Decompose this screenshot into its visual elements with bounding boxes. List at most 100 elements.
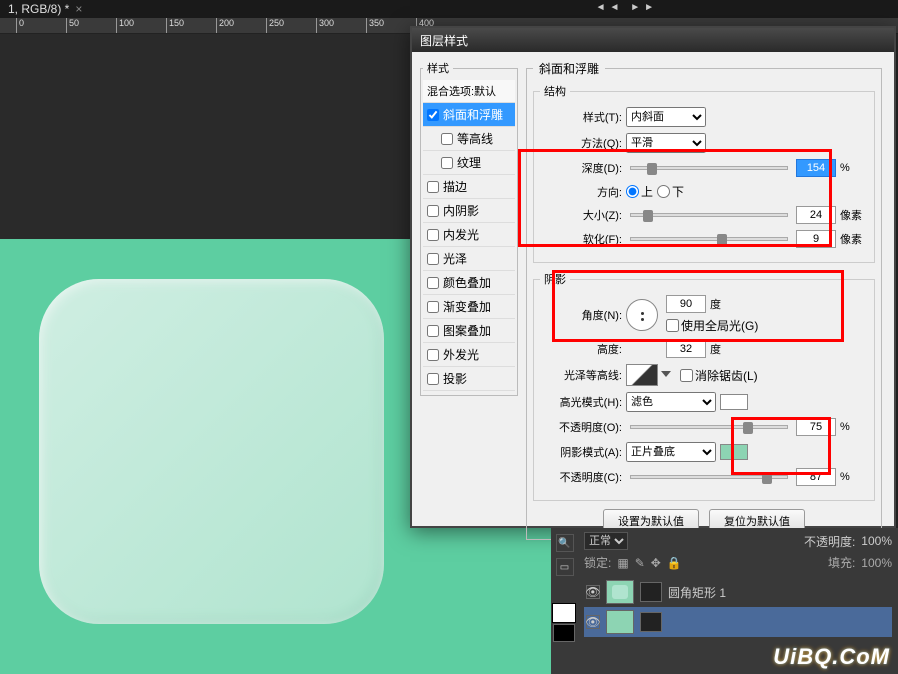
visibility-icon[interactable]: 👁 <box>586 585 600 599</box>
background-swatch[interactable] <box>553 624 575 642</box>
style-select[interactable]: 内斜面 <box>626 107 706 127</box>
angle-dial[interactable] <box>626 299 658 331</box>
layer-opacity-value[interactable]: 100% <box>861 534 892 548</box>
fill-value[interactable]: 100% <box>861 556 892 570</box>
bevel-emboss-item[interactable]: 斜面和浮雕 <box>423 103 515 127</box>
styles-legend: 样式 <box>423 60 453 76</box>
texture-checkbox[interactable] <box>441 157 453 169</box>
satin-item[interactable]: 光泽 <box>423 247 515 271</box>
lock-paint-icon[interactable]: ✎ <box>635 556 645 570</box>
tool-icons-column: 🔍 ▭ <box>551 528 578 674</box>
gradient-overlay-item[interactable]: 渐变叠加 <box>423 295 515 319</box>
bevel-legend: 斜面和浮雕 <box>533 60 605 77</box>
texture-item[interactable]: 纹理 <box>423 151 515 175</box>
layer-row[interactable]: 👁 圆角矩形 1 <box>584 577 892 607</box>
layer-name[interactable]: 圆角矩形 1 <box>668 584 726 601</box>
fill-label: 填充: <box>828 554 855 571</box>
bevel-checkbox[interactable] <box>427 109 439 121</box>
shadow-opacity-slider[interactable] <box>630 475 788 479</box>
highlight-mode-label: 高光模式(H): <box>540 394 622 410</box>
gradient-overlay-checkbox[interactable] <box>427 301 439 313</box>
size-input[interactable] <box>796 206 836 224</box>
depth-slider[interactable] <box>630 166 788 170</box>
shadow-mode-label: 阴影模式(A): <box>540 444 622 460</box>
magnify-icon[interactable]: 🔍 <box>556 534 574 552</box>
shading-legend: 阴影 <box>540 271 570 287</box>
shadow-color-swatch[interactable] <box>720 444 748 460</box>
angle-input[interactable] <box>666 295 706 313</box>
depth-label: 深度(D): <box>540 160 622 176</box>
highlight-color-swatch[interactable] <box>720 394 748 410</box>
shadow-opacity-input[interactable] <box>796 468 836 486</box>
gloss-contour-picker[interactable] <box>626 364 658 386</box>
soften-slider[interactable] <box>630 237 788 241</box>
altitude-input[interactable] <box>666 340 706 358</box>
hl-opacity-unit: % <box>840 421 868 433</box>
contour-item[interactable]: 等高线 <box>423 127 515 151</box>
foreground-swatch[interactable] <box>553 604 575 622</box>
layer-mask-thumbnail[interactable] <box>640 582 662 602</box>
pattern-overlay-checkbox[interactable] <box>427 325 439 337</box>
drop-shadow-checkbox[interactable] <box>427 373 439 385</box>
size-unit: 像素 <box>840 207 868 223</box>
document-icon[interactable]: ▭ <box>556 558 574 576</box>
depth-input[interactable] <box>796 159 836 177</box>
visibility-icon[interactable]: 👁 <box>586 615 600 629</box>
method-select[interactable]: 平滑 <box>626 133 706 153</box>
inner-glow-checkbox[interactable] <box>427 229 439 241</box>
stroke-checkbox[interactable] <box>427 181 439 193</box>
color-overlay-item[interactable]: 颜色叠加 <box>423 271 515 295</box>
sh-opacity-unit: % <box>840 471 868 483</box>
drop-shadow-item[interactable]: 投影 <box>423 367 515 391</box>
direction-up-radio[interactable]: 上 <box>626 183 653 200</box>
dialog-title: 图层样式 <box>412 28 894 52</box>
highlight-opacity-slider[interactable] <box>630 425 788 429</box>
angle-unit: 度 <box>710 296 738 312</box>
soften-input[interactable] <box>796 230 836 248</box>
rounded-rect-shape[interactable] <box>39 279 384 624</box>
shadow-mode-select[interactable]: 正片叠底 <box>626 442 716 462</box>
depth-unit: % <box>840 162 868 174</box>
shadow-opacity-label: 不透明度(C): <box>540 469 622 485</box>
layer-mask-thumbnail[interactable] <box>640 612 662 632</box>
layer-thumbnail[interactable] <box>606 610 634 634</box>
document-tab[interactable]: 1, RGB/8) *× <box>8 2 82 16</box>
soften-label: 软化(F): <box>540 231 622 247</box>
blending-options-item[interactable]: 混合选项:默认 <box>423 80 515 103</box>
antialias-checkbox[interactable]: 消除锯齿(L) <box>680 367 758 384</box>
highlight-opacity-input[interactable] <box>796 418 836 436</box>
inner-glow-item[interactable]: 内发光 <box>423 223 515 247</box>
lock-all-icon[interactable]: 🔒 <box>667 556 682 570</box>
layer-style-dialog: 图层样式 样式 混合选项:默认 斜面和浮雕 等高线 纹理 描边 内阴影 内发光 … <box>410 26 896 528</box>
global-light-checkbox[interactable]: 使用全局光(G) <box>666 317 758 334</box>
altitude-label: 高度: <box>540 341 622 357</box>
layer-row[interactable]: 👁 <box>584 607 892 637</box>
direction-down-radio[interactable]: 下 <box>657 183 684 200</box>
close-icon[interactable]: × <box>75 2 82 16</box>
outer-glow-checkbox[interactable] <box>427 349 439 361</box>
altitude-unit: 度 <box>710 341 738 357</box>
highlight-opacity-label: 不透明度(O): <box>540 419 622 435</box>
lock-transparency-icon[interactable]: ▦ <box>617 556 628 570</box>
highlight-mode-select[interactable]: 滤色 <box>626 392 716 412</box>
nav-arrows[interactable]: ◄◄ ►► <box>596 2 658 13</box>
color-overlay-checkbox[interactable] <box>427 277 439 289</box>
satin-checkbox[interactable] <box>427 253 439 265</box>
lock-position-icon[interactable]: ✥ <box>651 556 661 570</box>
layer-opacity-label: 不透明度: <box>804 533 855 550</box>
gloss-contour-label: 光泽等高线: <box>540 367 622 383</box>
direction-label: 方向: <box>540 184 622 200</box>
outer-glow-item[interactable]: 外发光 <box>423 343 515 367</box>
structure-legend: 结构 <box>540 83 570 99</box>
layer-thumbnail[interactable] <box>606 580 634 604</box>
pattern-overlay-item[interactable]: 图案叠加 <box>423 319 515 343</box>
size-slider[interactable] <box>630 213 788 217</box>
soften-unit: 像素 <box>840 231 868 247</box>
stroke-item[interactable]: 描边 <box>423 175 515 199</box>
blend-mode-select[interactable]: 正常 <box>584 532 628 550</box>
lock-label: 锁定: <box>584 554 611 571</box>
inner-shadow-item[interactable]: 内阴影 <box>423 199 515 223</box>
contour-checkbox[interactable] <box>441 133 453 145</box>
inner-shadow-checkbox[interactable] <box>427 205 439 217</box>
size-label: 大小(Z): <box>540 207 622 223</box>
